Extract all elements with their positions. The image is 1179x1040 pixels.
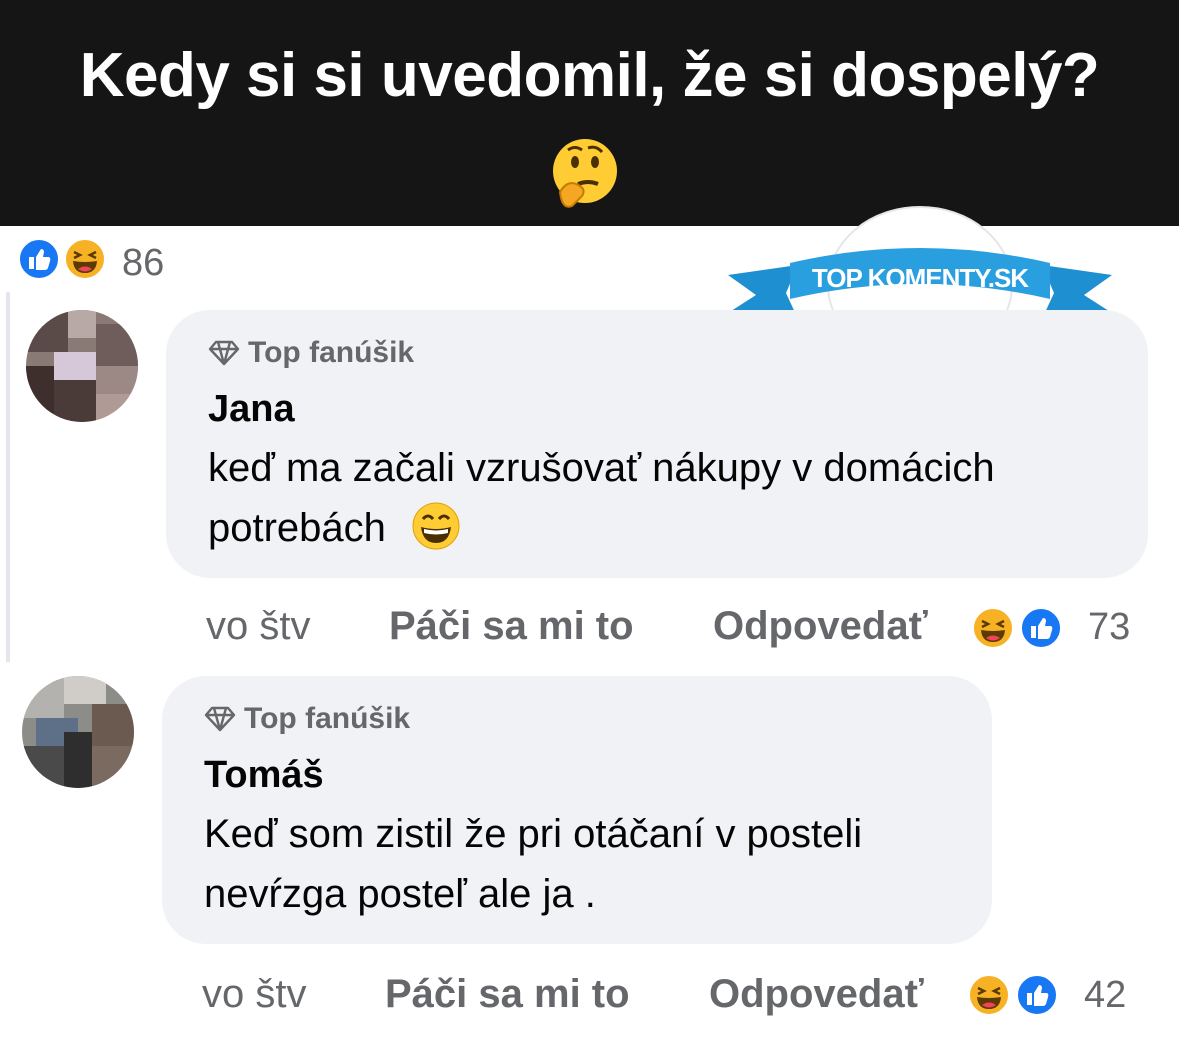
like-button[interactable]: Páči sa mi to — [385, 972, 630, 1017]
thinking-face-icon — [553, 139, 617, 208]
comment-text: Keď som zistil že pri otáčaní v posteli … — [204, 804, 862, 924]
comment-author[interactable]: Tomáš — [204, 754, 324, 797]
comment-reaction-count[interactable]: 42 — [1084, 974, 1126, 1017]
haha-icon — [972, 607, 1014, 649]
post-reaction-count: 86 — [122, 242, 165, 284]
comment-text-line: nevŕzga posteľ ale ja . — [204, 872, 596, 916]
reply-button[interactable]: Odpovedať — [713, 604, 928, 649]
avatar[interactable] — [22, 676, 134, 788]
post-title: Kedy si si uvedomil, že si dospelý? — [79, 41, 1100, 110]
diamond-icon — [204, 706, 236, 732]
like-icon — [1020, 607, 1062, 649]
avatar[interactable] — [26, 310, 138, 422]
comment-text-line: Keď som zistil že pri otáčaní v posteli — [204, 812, 863, 856]
svg-text:TOP KOMENTY.SK: TOP KOMENTY.SK — [812, 263, 1029, 293]
comment-bubble: Top fanúšik Jana keď ma začali vzrušovať… — [166, 310, 1148, 578]
thread-line — [6, 292, 10, 662]
like-button[interactable]: Páči sa mi to — [389, 604, 634, 649]
comment-time[interactable]: vo štv — [202, 972, 306, 1017]
top-fan-badge: Top fanúšik — [208, 336, 414, 370]
badge-label: Top fanúšik — [244, 702, 411, 735]
haha-icon — [968, 974, 1010, 1016]
comment-text-line: potrebách — [208, 506, 386, 550]
grinning-squinting-face-icon — [412, 502, 460, 550]
like-icon — [1016, 974, 1058, 1016]
comment-bubble: Top fanúšik Tomáš Keď som zistil že pri … — [162, 676, 992, 944]
diamond-icon — [208, 340, 240, 366]
comment-text: keď ma začali vzrušovať nákupy v domácic… — [208, 438, 995, 558]
top-fan-badge: Top fanúšik — [204, 702, 410, 736]
like-icon — [18, 238, 60, 280]
comment-reaction-count[interactable]: 73 — [1088, 606, 1130, 649]
comment-text-line: keď ma začali vzrušovať nákupy v domácic… — [208, 446, 995, 490]
comment-time[interactable]: vo štv — [206, 604, 310, 649]
reply-button[interactable]: Odpovedať — [709, 972, 924, 1017]
comment-author[interactable]: Jana — [208, 388, 295, 431]
haha-icon — [64, 238, 106, 280]
post-header: Kedy si si uvedomil, že si dospelý? — [0, 0, 1179, 226]
badge-label: Top fanúšik — [248, 336, 415, 369]
